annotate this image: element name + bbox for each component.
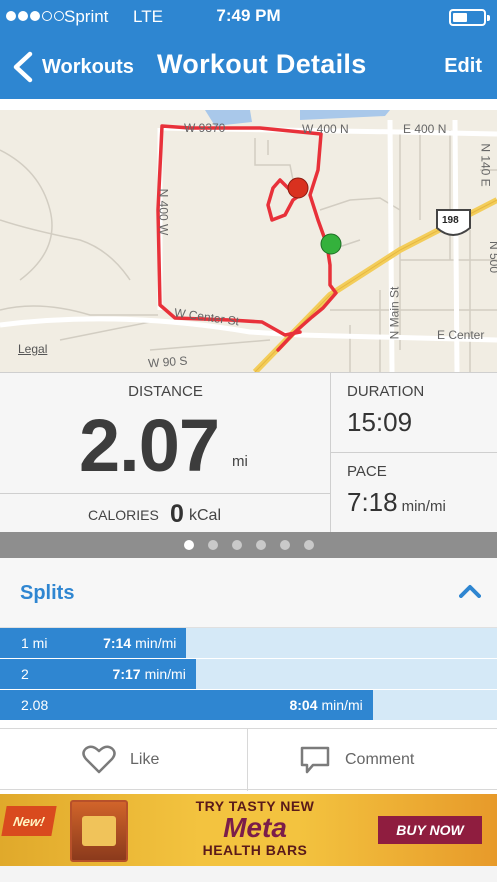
split-pace: 7:17 min/mi [113, 666, 186, 682]
end-marker [287, 177, 309, 199]
calories-row: CALORIES 0 kCal [0, 493, 331, 533]
distance-unit: mi [232, 453, 248, 470]
page-dot[interactable] [255, 540, 266, 550]
ad-line3: HEALTH BARS [202, 842, 308, 858]
ad-product-image [70, 800, 128, 862]
page-dot[interactable] [183, 540, 194, 550]
split-pace-value: 8:04 [289, 697, 318, 713]
map-label-w400n: W 400 N [302, 122, 349, 136]
map-label-w90s: W 90 S [147, 353, 188, 371]
battery-icon [449, 9, 490, 26]
pace-value-row: 7:18 min/mi [347, 487, 446, 518]
split-label: 2.08 [21, 697, 49, 713]
page-title: Workout Details [157, 49, 367, 79]
heart-icon [82, 745, 116, 774]
ad-new-badge: New! [1, 806, 57, 836]
comment-label: Comment [345, 751, 415, 768]
split-row: 1 mi 7:14 min/mi [0, 628, 497, 658]
chevron-up-icon[interactable] [459, 584, 481, 598]
split-pace: 8:04 min/mi [289, 697, 362, 713]
map-label-n500: N 500 [487, 241, 497, 274]
time-panel: DURATION 15:09 PACE 7:18 min/mi [331, 373, 497, 533]
back-button[interactable]: Workouts [8, 49, 134, 85]
split-label: 1 mi [21, 635, 48, 651]
split-pace-value: 7:14 [103, 635, 132, 651]
pace-value: 7:18 [347, 487, 398, 517]
comment-icon [300, 746, 330, 774]
split-pace-unit: min/mi [321, 697, 363, 713]
duration-label: DURATION [347, 383, 425, 400]
ad-banner[interactable]: New! TRY TASTY NEW Meta HEALTH BARS BUY … [0, 794, 497, 866]
split-pace-value: 7:17 [112, 666, 141, 682]
start-marker [320, 233, 342, 255]
pace-unit: min/mi [401, 498, 446, 515]
ad-buy-now-button[interactable]: BUY NOW [378, 816, 482, 844]
page-dot[interactable] [231, 540, 242, 550]
splits-header[interactable]: Splits [0, 558, 497, 628]
map-label-e400n: E 400 N [403, 122, 447, 136]
split-row: 2 7:17 min/mi [0, 659, 497, 689]
back-button-label: Workouts [42, 55, 134, 78]
duration-block: DURATION 15:09 [331, 373, 497, 453]
map-label-nmain: N Main St [387, 286, 402, 340]
split-label: 2 [21, 666, 29, 682]
page-dot[interactable] [279, 540, 290, 550]
like-label: Like [130, 751, 160, 768]
bottom-strip [0, 866, 497, 882]
action-divider [247, 729, 248, 791]
map-label-ecenter: E Center [437, 328, 485, 342]
map-label-w9370: W 9370 [184, 121, 226, 135]
comment-button[interactable]: Comment [299, 729, 414, 791]
page-dot[interactable] [207, 540, 218, 550]
pace-label: PACE [347, 463, 387, 480]
calories-value: 0 [170, 500, 184, 528]
nav-header: Sprint LTE 7:49 PM Workouts Workout Deta… [0, 0, 497, 99]
route-map[interactable]: W 9370 W 400 N E 400 N N 140 E N 400 W 1… [0, 110, 497, 372]
distance-value: 2.07 [79, 404, 220, 487]
calories-label: CALORIES [88, 507, 159, 523]
workout-stats: DISTANCE 2.07 mi CALORIES 0 kCal DURATIO… [0, 372, 497, 533]
distance-panel: DISTANCE 2.07 mi CALORIES 0 kCal [0, 373, 331, 533]
ad-text: TRY TASTY NEW Meta HEALTH BARS [150, 798, 360, 858]
distance-label: DISTANCE [128, 383, 203, 400]
status-time: 7:49 PM [216, 6, 281, 25]
legal-link[interactable]: Legal [18, 342, 47, 356]
like-button[interactable]: Like [82, 729, 159, 791]
social-actions: Like Comment [0, 728, 497, 791]
pace-block: PACE 7:18 min/mi [331, 453, 497, 533]
route-198-label: 198 [442, 215, 459, 226]
split-pace-unit: min/mi [135, 635, 177, 651]
chevron-left-icon [13, 51, 33, 83]
split-pace: 7:14 min/mi [103, 635, 176, 651]
page-dot[interactable] [303, 540, 314, 550]
status-bar: Sprint LTE 7:49 PM [0, 0, 497, 34]
page-indicator [0, 532, 497, 558]
split-pace-unit: min/mi [144, 666, 186, 682]
splits-title: Splits [20, 582, 75, 604]
calories-unit: kCal [189, 507, 222, 524]
ad-line2: Meta [223, 812, 287, 843]
duration-value: 15:09 [347, 407, 413, 437]
map-label-n400w: N 400 W [156, 188, 171, 236]
split-row: 2.08 8:04 min/mi [0, 690, 497, 720]
map-canvas [0, 110, 497, 372]
map-label-n140e: N 140 E [478, 143, 493, 187]
edit-button[interactable]: Edit [444, 55, 482, 78]
